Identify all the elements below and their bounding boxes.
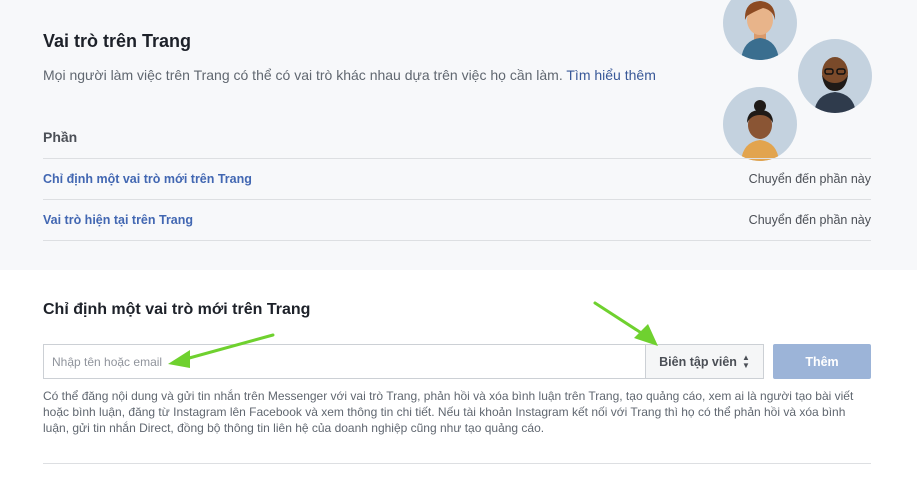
- assign-role-title: Chỉ định một vai trò mới trên Trang: [43, 301, 311, 318]
- page-roles-title: Vai trò trên Trang: [43, 31, 192, 51]
- avatar-woman-bun: [723, 87, 797, 161]
- section-label[interactable]: Vai trò hiện tại trên Trang: [43, 213, 193, 227]
- person-icon: [814, 57, 856, 113]
- name-or-email-input[interactable]: [43, 344, 646, 379]
- add-button[interactable]: Thêm: [773, 344, 871, 379]
- annotation-arrow-icon: [593, 301, 658, 346]
- avatar-man-beard: [798, 39, 872, 113]
- sort-arrows-icon: ▲ ▼: [741, 352, 750, 370]
- person-icon: [741, 100, 779, 161]
- sections-heading: Phần: [43, 129, 78, 145]
- section-label[interactable]: Chỉ định một vai trò mới trên Trang: [43, 172, 252, 186]
- description-text: Mọi người làm việc trên Trang có thể có …: [43, 67, 563, 83]
- divider: [43, 240, 871, 241]
- role-description: Có thể đăng nội dung và gửi tin nhắn trê…: [43, 389, 854, 435]
- role-select[interactable]: Biên tập viên ▲ ▼: [646, 344, 764, 379]
- learn-more-link[interactable]: Tìm hiểu thêm: [566, 67, 655, 83]
- divider: [43, 463, 871, 464]
- go-to-section-link[interactable]: Chuyển đến phần này: [749, 213, 871, 227]
- section-row-assign: Chỉ định một vai trò mới trên Trang Chuy…: [43, 158, 871, 199]
- role-select-label: Biên tập viên: [659, 354, 737, 369]
- section-row-current: Vai trò hiện tại trên Trang Chuyển đến p…: [43, 199, 871, 240]
- go-to-section-link[interactable]: Chuyển đến phần này: [749, 172, 871, 186]
- page-roles-description: Mọi người làm việc trên Trang có thể có …: [43, 67, 656, 83]
